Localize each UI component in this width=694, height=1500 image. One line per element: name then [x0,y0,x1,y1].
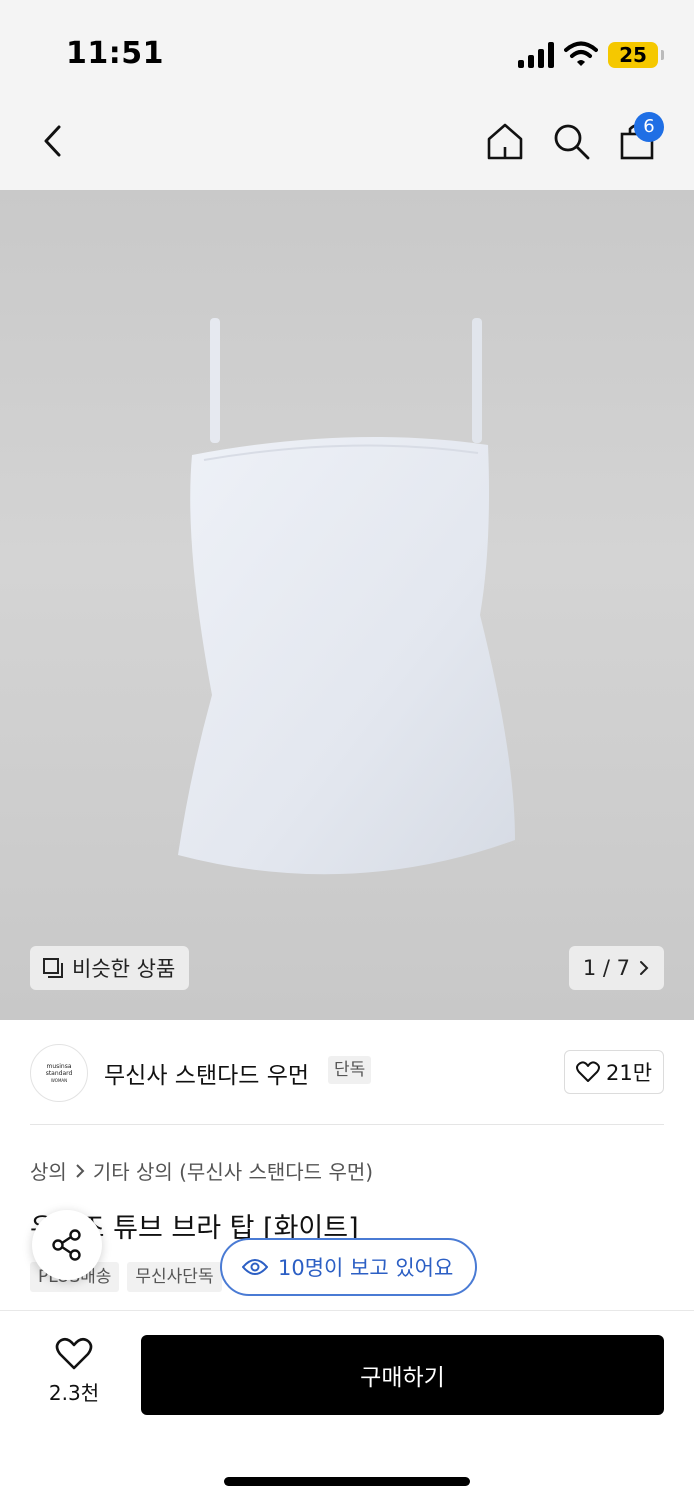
wifi-icon [564,40,598,68]
top-nav-bar: 6 [0,100,694,190]
eye-icon [242,1259,268,1275]
signal-icon [518,42,556,68]
brand-name[interactable]: 무신사 스탠다드 우먼 [104,1056,309,1090]
cart-count-badge: 6 [634,112,664,142]
status-bar: 11:51 25 [0,0,694,100]
brand-like-button[interactable]: 21만 [564,1050,664,1094]
similar-products-button[interactable]: 비슷한 상품 [30,946,190,990]
breadcrumb: 상의 기타 상의 (무신사 스탠다드 우먼) [30,1156,373,1185]
image-pager-text: 1 / 7 [582,956,630,980]
tag-musinsa-exclusive: 무신사단독 [127,1262,222,1292]
exclusive-badge: 단독 [328,1056,372,1084]
similar-products-icon [43,958,63,978]
share-button[interactable] [32,1210,102,1280]
viewers-count-pill: 10명이 보고 있어요 [220,1238,478,1296]
home-icon[interactable] [482,118,528,164]
bottom-action-bar: 2.3천 구매하기 [0,1310,694,1500]
brand-row: musinsa standard WOMAN 무신사 스탠다드 우먼 단독 21… [30,1040,664,1104]
brand-like-count: 21만 [605,1061,653,1085]
brand-logo[interactable]: musinsa standard WOMAN [30,1044,88,1102]
share-icon [52,1229,81,1261]
buy-button[interactable]: 구매하기 [141,1335,664,1415]
back-arrow-icon[interactable] [30,118,76,164]
divider [30,1124,664,1125]
product-image-carousel[interactable]: 비슷한 상품 1 / 7 [0,190,694,1020]
chevron-right-icon [640,961,649,975]
search-icon[interactable] [548,118,594,164]
status-time: 11:51 [66,36,164,71]
product-image [178,318,515,875]
breadcrumb-item-top[interactable]: 상의 [30,1156,67,1185]
image-pager-button[interactable]: 1 / 7 [568,946,664,990]
home-indicator [224,1477,470,1486]
viewers-count-text: 10명이 보고 있어요 [278,1256,454,1280]
similar-products-label: 비슷한 상품 [72,957,176,981]
heart-icon [55,1337,93,1370]
wishlist-button[interactable]: 2.3천 [30,1337,118,1406]
battery-indicator: 25 [608,42,664,68]
wishlist-count: 2.3천 [48,1381,100,1405]
breadcrumb-item-category[interactable]: 기타 상의 (무신사 스탠다드 우먼) [93,1156,373,1185]
chevron-right-icon [76,1163,85,1178]
heart-icon [575,1061,600,1082]
shopping-bag-icon[interactable]: 6 [614,112,664,164]
